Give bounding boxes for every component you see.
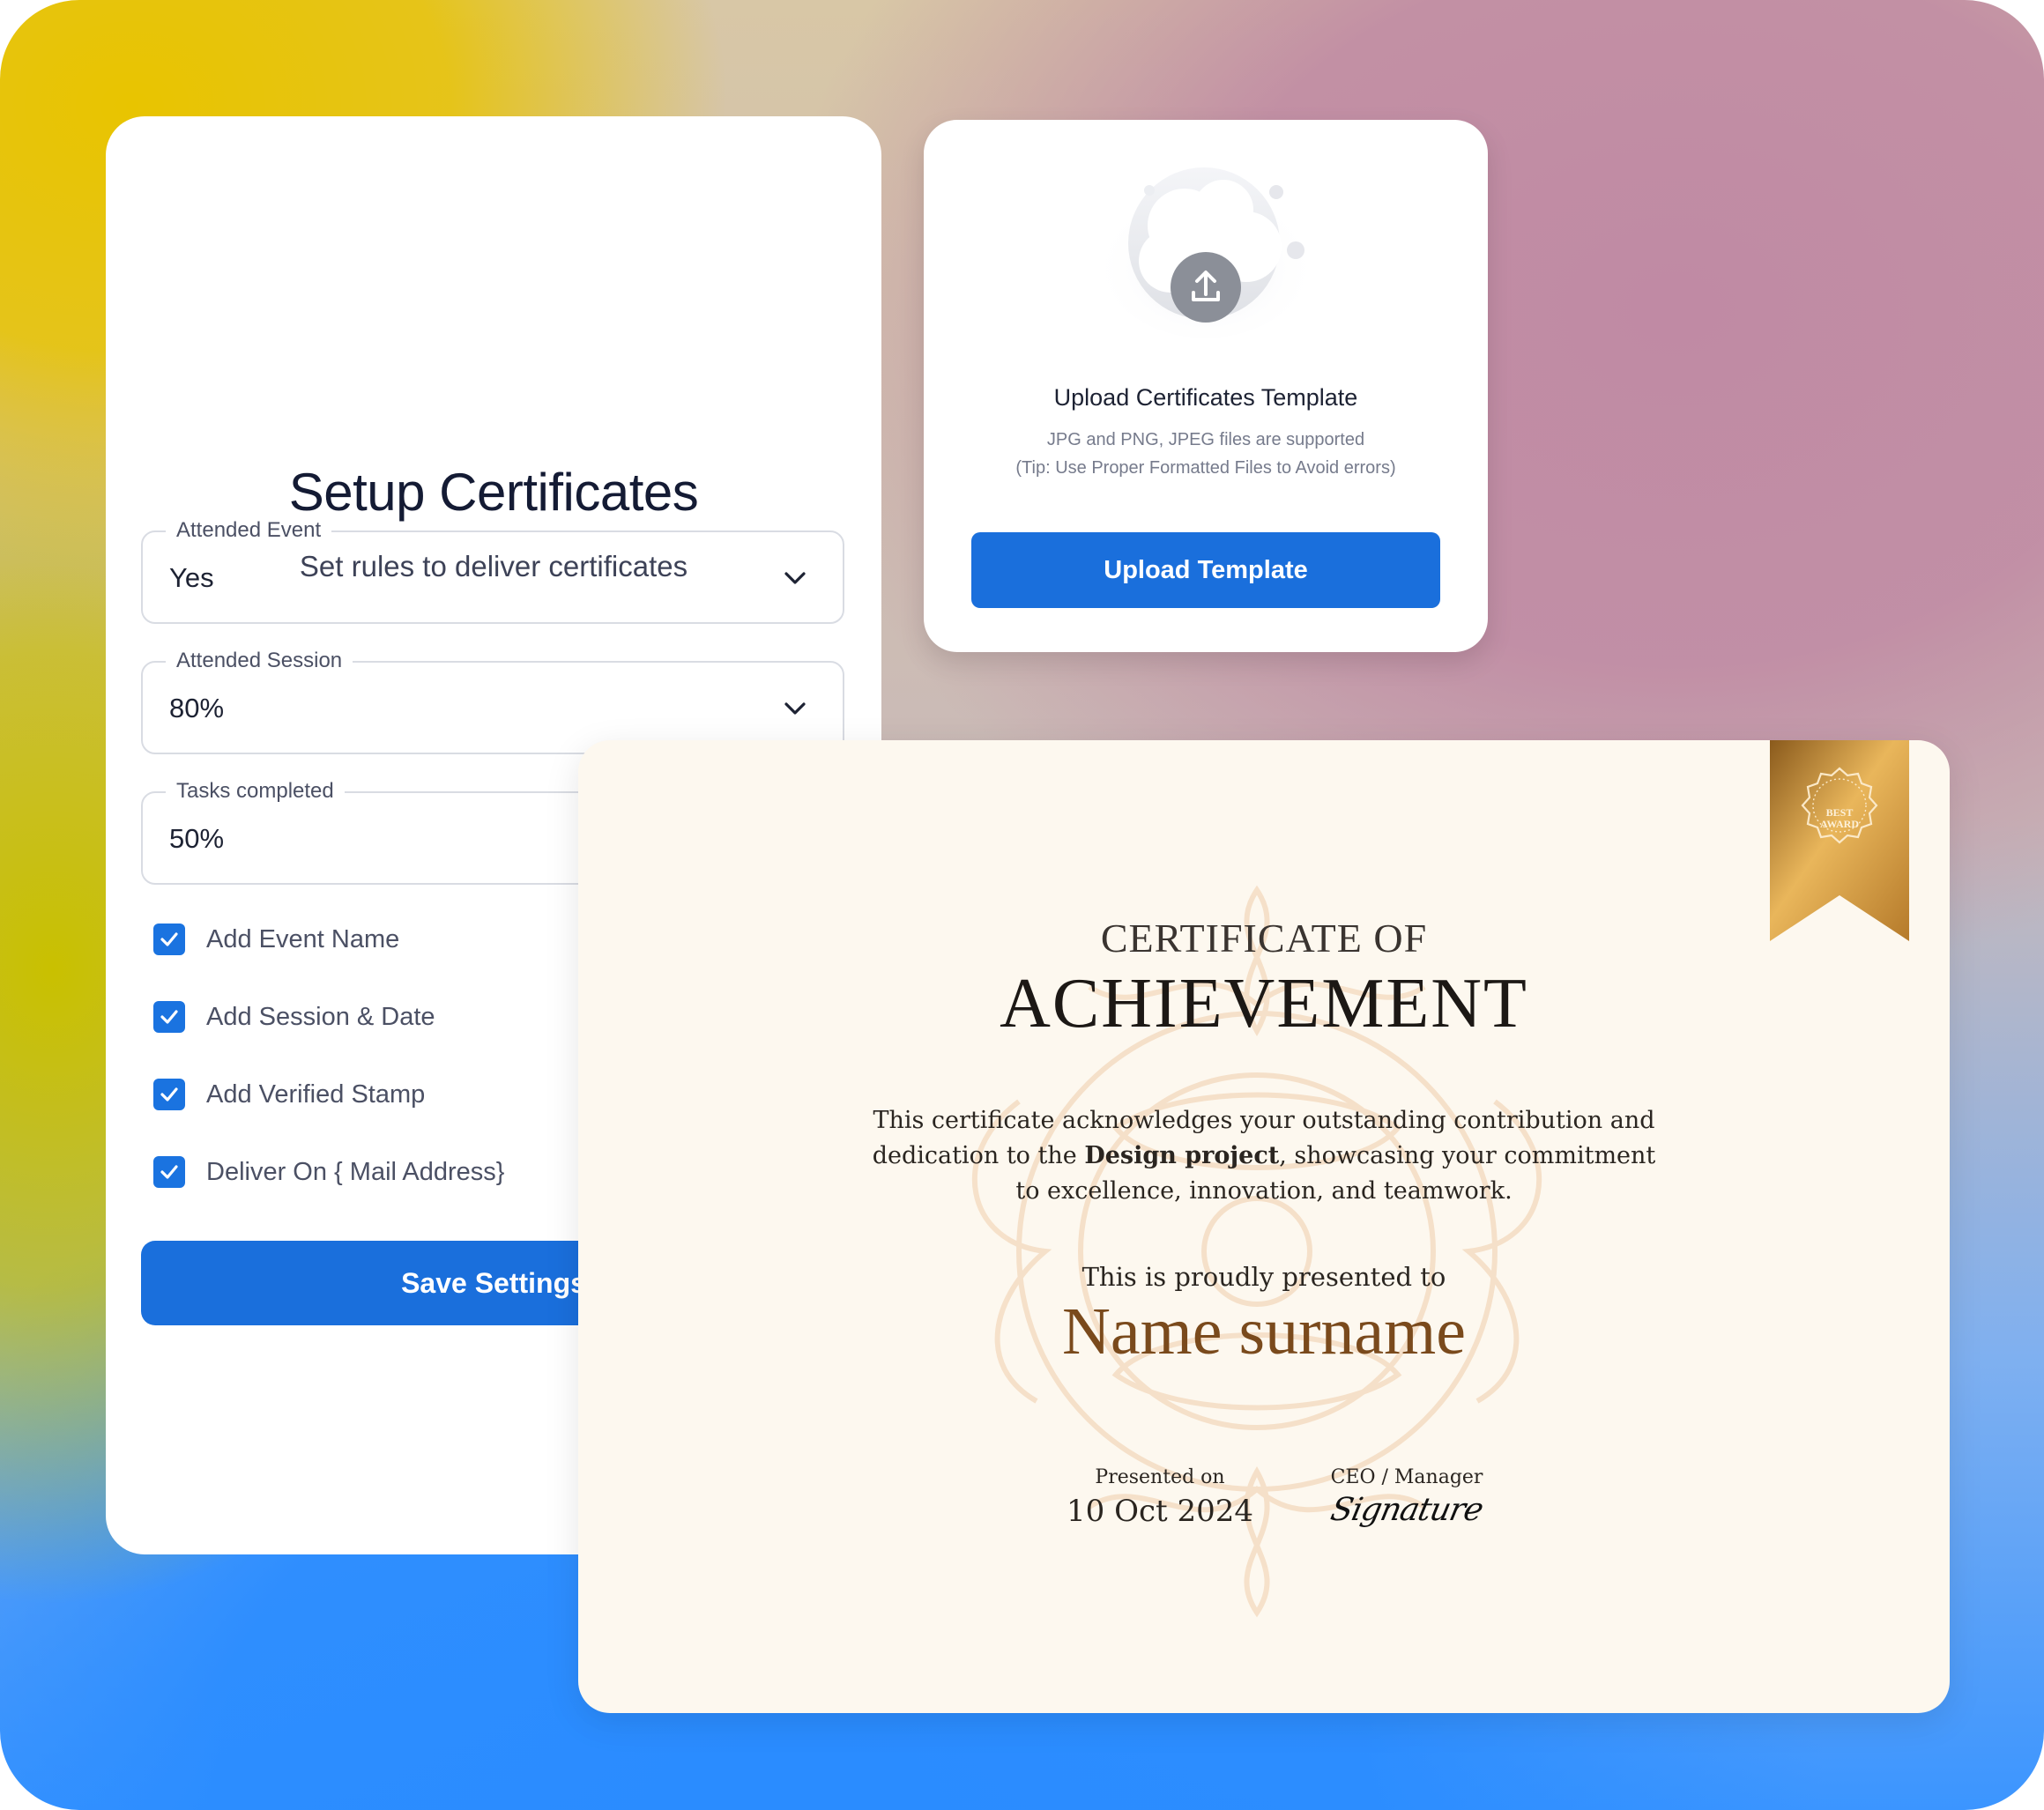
page-title: Setup Certificates	[288, 463, 699, 522]
check-icon	[160, 1087, 178, 1102]
certificate-body: This certificate acknowledges your outst…	[869, 1103, 1659, 1209]
checkbox-checked[interactable]	[153, 1079, 185, 1110]
field-value: 80%	[169, 693, 225, 723]
signer-block: CEO / Manager Signature	[1301, 1466, 1513, 1528]
checkbox-label: Add Session & Date	[206, 1002, 435, 1031]
badge-line-2: AWARD	[1819, 818, 1859, 830]
checkbox-row-session-date[interactable]: Add Session & Date	[153, 998, 435, 1036]
check-icon	[160, 1165, 178, 1179]
check-icon	[160, 1010, 178, 1024]
chevron-down-icon	[784, 572, 806, 584]
ribbon-badge-text: BEST AWARD	[1770, 807, 1909, 830]
upload-title: Upload Certificates Template	[1053, 384, 1358, 411]
presented-on-label: Presented on	[1095, 1466, 1225, 1488]
checkbox-checked[interactable]	[153, 924, 185, 955]
checkbox-label: Add Verified Stamp	[206, 1079, 426, 1109]
checkbox-label: Add Event Name	[206, 924, 400, 953]
checkbox-row-event-name[interactable]: Add Event Name	[153, 920, 399, 959]
field-label: Attended Session	[166, 649, 353, 673]
upload-template-button[interactable]: Upload Template	[971, 532, 1440, 608]
checkbox-row-deliver-mail[interactable]: Deliver On { Mail Address}	[153, 1153, 504, 1191]
certificate-title-line2: ACHIEVEMENT	[1000, 965, 1528, 1042]
checkbox-checked[interactable]	[153, 1156, 185, 1188]
presented-on-block: Presented on 10 Oct 2024	[1054, 1466, 1266, 1529]
certificate-title-line1: CERTIFICATE OF	[1100, 916, 1428, 961]
field-value: 50%	[169, 823, 225, 854]
presented-to-text: This is proudly presented to	[1081, 1262, 1446, 1292]
checkbox-label: Deliver On { Mail Address}	[206, 1157, 505, 1186]
checkbox-row-verified-stamp[interactable]: Add Verified Stamp	[153, 1075, 425, 1114]
field-label: Attended Event	[166, 518, 332, 543]
signature: Signature	[1327, 1492, 1486, 1528]
checkbox-checked[interactable]	[153, 1001, 185, 1033]
field-label: Tasks completed	[166, 779, 345, 804]
certificate-preview: BEST AWARD CERTIFICATE OF ACHIEVEMENT Th…	[578, 740, 1950, 1713]
attended-event-select[interactable]: Attended Event Yes	[141, 518, 844, 624]
best-award-ribbon	[1770, 740, 1909, 941]
signer-label: CEO / Manager	[1330, 1466, 1483, 1488]
presented-on-date: 10 Oct 2024	[1067, 1494, 1253, 1529]
check-icon	[160, 932, 178, 946]
upload-tip-hint: (Tip: Use Proper Formatted Files to Avoi…	[1015, 458, 1396, 478]
upload-formats-hint: JPG and PNG, JPEG files are supported	[1046, 430, 1365, 449]
field-value: Yes	[169, 562, 214, 593]
body-project-name: Design project	[1084, 1142, 1280, 1169]
recipient-name: Name surname	[1062, 1294, 1466, 1369]
cloud-upload-icon	[1100, 155, 1312, 340]
upload-template-card: Upload Certificates Template JPG and PNG…	[924, 120, 1488, 652]
chevron-down-icon	[784, 702, 806, 715]
background-canvas: Setup Certificates Set rules to deliver …	[0, 0, 2044, 1810]
